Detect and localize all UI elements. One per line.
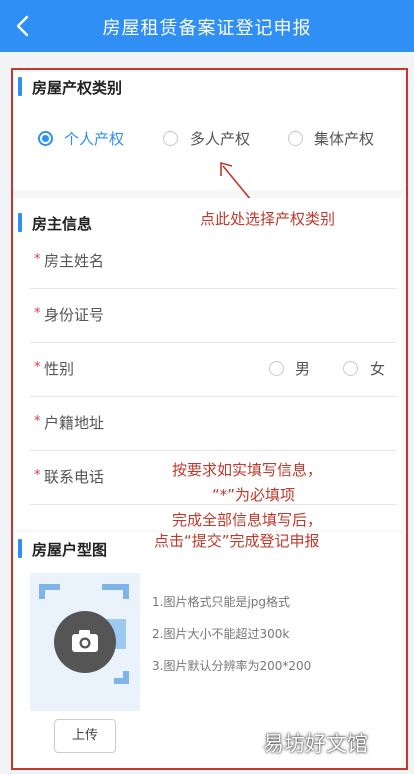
field-label: 房主姓名 [44,252,105,270]
field-label: 身份证号 [44,306,105,324]
upload-tip-1: 1.图片格式只能是jpg格式 [152,595,291,609]
field-gender: * 性别 [30,343,396,397]
field-id-number[interactable]: * 身份证号 [30,289,396,343]
field-label: 性别 [44,360,75,378]
field-owner-name[interactable]: * 房主姓名 [30,235,396,289]
annotation-select-type: 点此处选择产权类别 [200,210,336,228]
option-joint-property[interactable]: 多人产权 [190,128,250,149]
option-gender-female[interactable]: 女 [370,358,385,379]
section-marker [18,213,22,232]
watermark: 易坊好文馆 [263,732,368,756]
upload-tip-2: 2.图片大小不能超过300k [152,627,290,641]
upload-tip-3: 3.图片默认分辨率为200*200 [152,659,312,673]
required-mark: * [34,468,41,483]
radio-collective-property[interactable] [288,131,303,146]
option-gender-male[interactable]: 男 [295,358,310,379]
section-title-floor-plan: 房屋户型图 [32,541,108,559]
required-mark: * [34,306,41,321]
section-title-owner-info: 房主信息 [32,215,93,233]
annotation-fill-line-2: “*”为必填项 [212,486,296,504]
field-household-address[interactable]: * 户籍地址 [30,397,396,451]
required-mark: * [34,414,41,429]
radio-gender-female[interactable] [343,361,358,376]
option-collective-property[interactable]: 集体产权 [314,128,374,149]
page-title: 房屋租赁备案证登记申报 [102,18,312,39]
camera-icon [72,630,98,652]
annotation-fill-line-4: 点击“提交”完成登记申报 [154,532,320,550]
required-mark: * [34,360,41,375]
camera-button[interactable] [54,611,116,673]
field-label: 户籍地址 [44,414,105,432]
required-mark: * [34,252,41,267]
radio-joint-property[interactable] [163,131,178,146]
upload-button[interactable]: 上传 [54,719,116,753]
top-bar: 房屋租赁备案证登记申报 [0,0,414,52]
section-marker [18,539,22,558]
option-personal-property[interactable]: 个人产权 [64,128,124,149]
field-label: 联系电话 [44,468,105,486]
radio-personal-property[interactable] [38,131,53,146]
annotation-fill-line-1: 按要求如实填写信息， [172,461,323,479]
annotation-fill-line-3: 完成全部信息填写后， [172,511,323,529]
radio-gender-male[interactable] [269,361,284,376]
section-title-property-type: 房屋产权类别 [32,79,123,97]
section-marker [18,77,22,96]
